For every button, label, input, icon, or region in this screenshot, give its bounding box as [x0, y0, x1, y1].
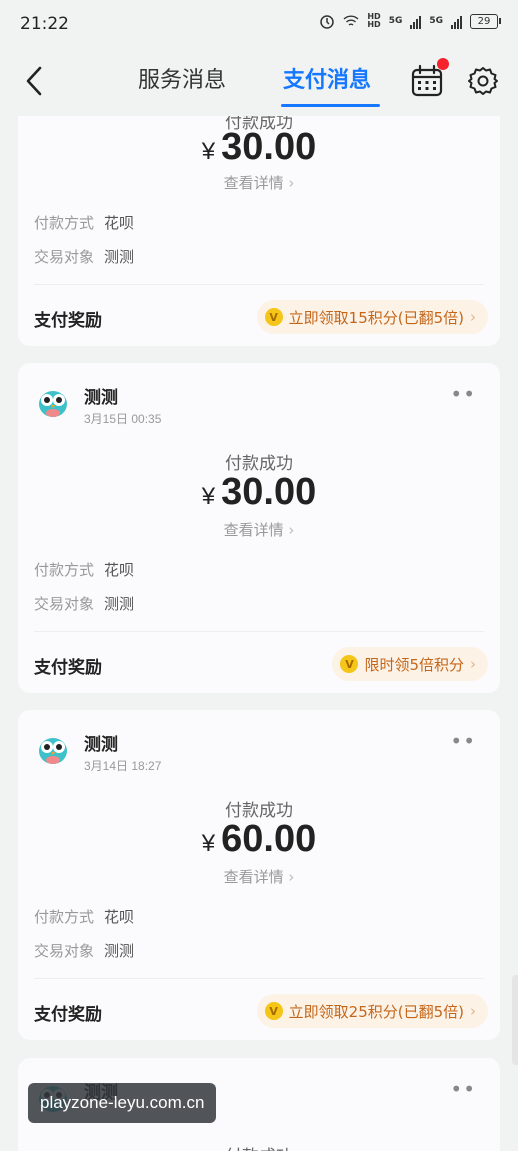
- view-details-link[interactable]: 查看详情 ›: [18, 519, 500, 540]
- transaction-target-row: 交易对象 测测: [34, 942, 135, 960]
- payment-status: 付款成功: [18, 1142, 500, 1151]
- signal-5g-label-2: 5G: [429, 16, 443, 26]
- payment-method-row: 付款方式 花呗: [34, 561, 135, 579]
- wifi-icon: [343, 15, 359, 26]
- chevron-right-icon: ›: [283, 868, 295, 886]
- more-options-icon[interactable]: ••: [450, 731, 476, 751]
- notification-dot: [437, 58, 449, 70]
- chevron-right-icon: ›: [283, 174, 295, 192]
- active-tab-indicator: [281, 104, 380, 107]
- payment-amount: ¥30.00: [201, 126, 317, 168]
- header: 服务消息 支付消息: [0, 46, 518, 116]
- owl-avatar-icon: [39, 391, 67, 417]
- settings-gear-icon[interactable]: [468, 66, 498, 96]
- alarm-icon: [320, 15, 335, 29]
- side-edge-handle[interactable]: [512, 975, 518, 1065]
- payment-card[interactable]: 测测 3月14日 18:27 •• 付款成功 ¥60.00 查看详情 › 付款方…: [18, 710, 500, 1040]
- reward-button[interactable]: V 立即领取15积分(已翻5倍) ›: [256, 300, 488, 334]
- divider: [34, 631, 484, 632]
- coin-icon: V: [264, 1002, 283, 1020]
- merchant-name: 测测: [84, 735, 118, 755]
- coin-icon: V: [264, 308, 283, 326]
- reward-button[interactable]: V 限时领5倍积分 ›: [332, 647, 488, 681]
- owl-avatar-icon: [39, 738, 67, 764]
- tab-payment-messages[interactable]: 支付消息: [283, 62, 371, 94]
- transaction-date: 3月15日 00:35: [84, 412, 162, 426]
- status-bar: 21:22 HD HD 5G 5G 29: [0, 0, 518, 46]
- status-time: 21:22: [20, 14, 69, 34]
- chevron-right-icon: ›: [470, 655, 476, 673]
- transaction-target-row: 交易对象 测测: [34, 595, 135, 613]
- payment-method-row: 付款方式 花呗: [34, 908, 135, 926]
- network-type: HD HD: [367, 12, 381, 29]
- signal-icon-2: [451, 13, 462, 29]
- chevron-right-icon: ›: [470, 308, 476, 326]
- reward-button[interactable]: V 立即领取25积分(已翻5倍) ›: [256, 994, 488, 1028]
- more-options-icon[interactable]: ••: [450, 384, 476, 404]
- battery-icon: 29: [470, 13, 501, 29]
- reward-label: 支付奖励: [34, 311, 102, 331]
- view-details-link[interactable]: 查看详情 ›: [18, 172, 500, 193]
- divider: [34, 978, 484, 979]
- reward-label: 支付奖励: [34, 658, 102, 678]
- payment-card[interactable]: 付款成功 ¥30.00 查看详情 › 付款方式 花呗 交易对象 测测 支付奖励 V立…: [18, 116, 500, 346]
- divider: [34, 284, 484, 285]
- chevron-right-icon: ›: [470, 1002, 476, 1020]
- transaction-target-row: 交易对象 测测: [34, 248, 135, 266]
- status-icons: HD HD 5G 5G 29: [319, 12, 501, 29]
- tab-service-messages[interactable]: 服务消息: [138, 62, 226, 94]
- payment-card[interactable]: 测测 3月15日 00:35 •• 付款成功 ¥30.00 查看详情 › 付款方…: [18, 363, 500, 693]
- chevron-right-icon: ›: [283, 521, 295, 539]
- payment-amount: ¥30.00: [201, 471, 317, 513]
- payment-amount: ¥60.00: [201, 818, 317, 860]
- watermark: playzone-leyu.com.cn: [28, 1083, 217, 1123]
- back-arrow-icon[interactable]: [22, 64, 50, 98]
- merchant-name: 测测: [84, 388, 118, 408]
- view-details-link[interactable]: 查看详情 ›: [18, 866, 500, 887]
- reward-label: 支付奖励: [34, 1005, 102, 1025]
- transaction-date: 3月14日 18:27: [84, 759, 162, 773]
- payment-method-row: 付款方式 花呗: [34, 214, 135, 232]
- coin-icon: V: [340, 655, 359, 673]
- signal-icon: [410, 13, 422, 29]
- more-options-icon[interactable]: ••: [450, 1079, 476, 1099]
- signal-5g-label: 5G: [388, 16, 403, 26]
